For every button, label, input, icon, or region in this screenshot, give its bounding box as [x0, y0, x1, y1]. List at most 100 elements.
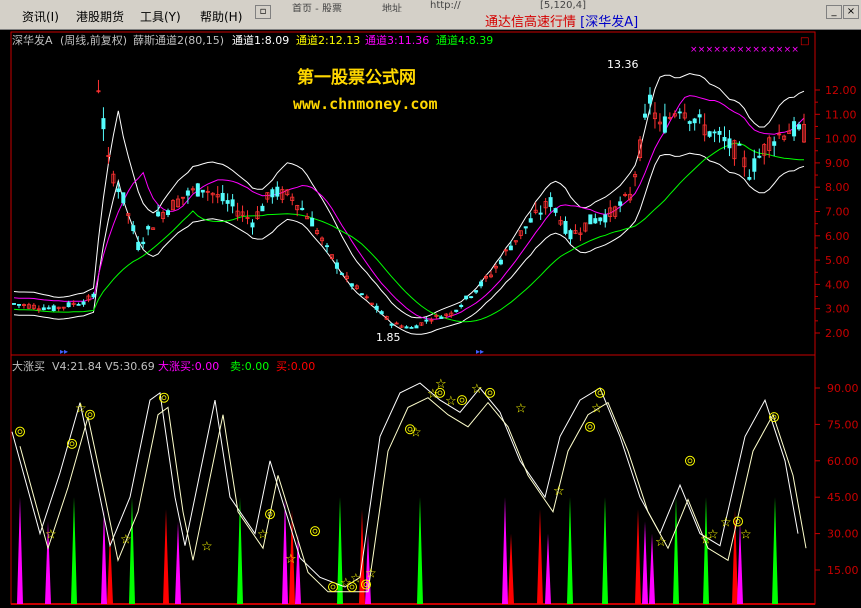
close-indicator-icon[interactable]: □ [800, 36, 809, 47]
star-marker: ☆ [445, 394, 457, 409]
osc-tick-label: 60.00 [827, 455, 859, 468]
candle-body [379, 311, 384, 315]
candle-body [707, 131, 712, 137]
osc-bar [673, 497, 679, 604]
minimize-button[interactable]: _ [826, 5, 842, 19]
circle-marker-inner [330, 584, 336, 590]
menu-tools[interactable]: 工具(Y) [140, 8, 181, 25]
candle-body [737, 143, 742, 146]
osc-bar [163, 509, 169, 604]
candle-body [225, 200, 230, 204]
candle-body [101, 118, 106, 130]
star-marker: ☆ [655, 535, 667, 550]
candle-body [300, 207, 305, 211]
circle-marker [457, 395, 467, 406]
top-x-markers: × × × × × × × × × × × × × × [690, 45, 799, 55]
candle-body [414, 325, 419, 329]
candle-body [772, 141, 777, 146]
sub-header-sell: 卖:0.00 [230, 360, 269, 373]
menu-hk-futures[interactable]: 港股期货 [76, 8, 124, 25]
candle-body [643, 113, 648, 118]
star-marker: ☆ [740, 528, 752, 543]
osc-tick-label: 45.00 [827, 491, 859, 504]
candle-body [270, 189, 275, 198]
x-marker: × [784, 45, 792, 55]
candle-body [712, 131, 717, 134]
chart-area[interactable]: 深华发A (周线,前复权) 薛斯通道2(80,15) 通道1:8.09 通道2:… [0, 30, 861, 608]
osc-bar [129, 497, 135, 604]
candle-body [116, 188, 121, 193]
circle-marker-inner [87, 412, 93, 418]
bottom-marker: ▸▸ [476, 347, 484, 356]
star-marker: ☆ [45, 528, 57, 543]
osc-bar [175, 521, 181, 604]
title-stock: [深华发A] [580, 15, 639, 30]
header-ch3: 通道3:11.36 [365, 33, 429, 47]
close-button[interactable]: × [843, 5, 859, 19]
osc-bar [508, 533, 514, 604]
candle-body [647, 94, 652, 104]
stock-chart[interactable]: 深华发A (周线,前复权) 薛斯通道2(80,15) 通道1:8.09 通道2:… [0, 30, 861, 608]
restore-button[interactable]: ▫ [255, 5, 271, 19]
header-stock: 深华发A [12, 33, 53, 47]
star-marker: ☆ [75, 401, 87, 416]
osc-bar [282, 497, 288, 604]
star-marker: ☆ [707, 528, 719, 543]
price-tick-label: 9.00 [825, 157, 850, 170]
osc-tick-label: 75.00 [827, 418, 859, 431]
candle-body [459, 304, 464, 307]
menu-info[interactable]: 资讯(I) [22, 8, 59, 25]
x-marker: × [690, 45, 698, 55]
candle-body [757, 155, 762, 158]
candle-body [136, 241, 141, 251]
osc-bar [602, 497, 608, 604]
osc-tick-label: 90.00 [827, 382, 859, 395]
candle-body [528, 218, 533, 223]
menu-help[interactable]: 帮助(H) [200, 8, 242, 25]
candle-body [131, 225, 136, 232]
candle-body [66, 302, 71, 308]
candle-body [404, 326, 409, 329]
price-tick-label: 5.00 [825, 254, 850, 267]
candle-body [146, 226, 151, 230]
price-tick-label: 12.00 [825, 84, 857, 97]
ghost-tab-address[interactable]: 地址 [382, 0, 422, 12]
candle-body [374, 305, 379, 310]
candle-body [469, 296, 474, 299]
candle-body [454, 309, 459, 312]
header-indicator: 薛斯通道2(80,15) [133, 33, 224, 47]
oscillator-bars [17, 497, 778, 604]
osc-bar [17, 497, 23, 604]
circle-marker [328, 581, 338, 592]
candle-body [389, 323, 394, 326]
price-tick-label: 11.00 [825, 108, 857, 121]
header-period: (周线,前复权) [60, 33, 127, 47]
osc-bar [635, 509, 641, 604]
circle-marker-inner [17, 429, 23, 435]
candle-body [747, 177, 752, 180]
ghost-tab-home[interactable]: 首页 - 股票 [292, 0, 382, 12]
price-axis: 12.00 11.00 10.00 9.00 8.00 7.00 6.00 5.00 4.00 3… [815, 84, 857, 340]
candle-body [792, 121, 797, 137]
star-marker: ☆ [120, 532, 132, 547]
low-price-label: 1.85 [376, 331, 401, 344]
circle-marker-inner [687, 458, 693, 464]
candle-body [727, 138, 732, 149]
candle-body [603, 214, 608, 223]
osc-bar [71, 497, 77, 604]
candle-body [464, 295, 469, 300]
candle-body [310, 217, 315, 227]
candle-body [498, 259, 503, 265]
candle-body [618, 201, 623, 206]
price-tick-label: 7.00 [825, 206, 850, 219]
osc-bar [545, 533, 551, 604]
circle-marker-inner [487, 390, 493, 396]
circle-marker-inner [161, 395, 167, 401]
osc-bar [642, 521, 648, 604]
x-marker: × [776, 45, 784, 55]
candle-body [200, 189, 205, 193]
circle-marker [85, 409, 95, 420]
candle-body [474, 290, 479, 293]
x-marker: × [713, 45, 721, 55]
circle-marker [15, 426, 25, 437]
